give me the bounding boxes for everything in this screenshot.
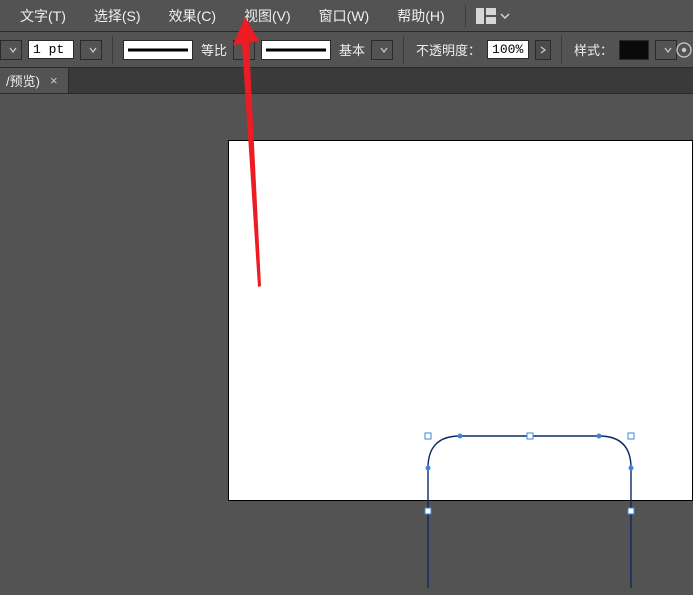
stroke-weight-dropdown[interactable] bbox=[80, 40, 102, 60]
stroke-dash-dropdown[interactable] bbox=[233, 40, 255, 60]
chevron-right-icon bbox=[539, 46, 547, 54]
menu-divider bbox=[465, 5, 466, 27]
opacity-dropdown[interactable] bbox=[535, 40, 551, 60]
workspace-icon bbox=[476, 8, 496, 24]
tab-title: /预览) bbox=[6, 71, 40, 90]
stroke-profile-dropdown[interactable] bbox=[371, 40, 393, 60]
stroke-weight-input[interactable]: 1 pt bbox=[28, 40, 74, 59]
menu-select[interactable]: 选择(S) bbox=[80, 2, 155, 30]
document-tab[interactable]: /预览) × bbox=[0, 68, 69, 93]
menu-text[interactable]: 文字(T) bbox=[6, 2, 80, 30]
options-divider bbox=[561, 36, 562, 64]
style-dropdown[interactable] bbox=[655, 40, 677, 60]
chevron-down-icon bbox=[500, 11, 510, 21]
chevron-down-icon bbox=[660, 43, 672, 57]
chevron-down-icon bbox=[238, 43, 250, 57]
chevron-down-icon bbox=[5, 43, 17, 57]
stroke-dash-swatch[interactable] bbox=[123, 40, 193, 60]
menu-help[interactable]: 帮助(H) bbox=[383, 2, 458, 30]
options-bar: 1 pt 等比 基本 不透明度： 100% 样式： bbox=[0, 32, 693, 68]
recolor-artwork-icon[interactable] bbox=[675, 40, 693, 60]
style-swatch[interactable] bbox=[619, 40, 649, 60]
chevron-down-icon bbox=[376, 43, 388, 57]
opacity-input[interactable]: 100% bbox=[487, 40, 529, 59]
stroke-dash-label: 等比 bbox=[201, 40, 227, 59]
style-label: 样式： bbox=[574, 40, 613, 59]
opacity-label: 不透明度： bbox=[416, 40, 481, 59]
selected-shape[interactable] bbox=[420, 428, 646, 595]
rounded-rect-path bbox=[428, 436, 631, 588]
stroke-profile-label: 基本 bbox=[339, 40, 365, 59]
options-divider bbox=[403, 36, 404, 64]
chevron-down-icon bbox=[85, 43, 97, 57]
tab-bar: /预览) × bbox=[0, 68, 693, 94]
tab-close-button[interactable]: × bbox=[50, 73, 58, 88]
menu-view[interactable]: 视图(V) bbox=[230, 2, 305, 30]
menu-bar: 文字(T) 选择(S) 效果(C) 视图(V) 窗口(W) 帮助(H) bbox=[0, 0, 693, 32]
stroke-profile-swatch[interactable] bbox=[261, 40, 331, 60]
selection-handles bbox=[425, 433, 634, 514]
leading-dropdown[interactable] bbox=[0, 40, 22, 60]
menu-effect[interactable]: 效果(C) bbox=[155, 2, 230, 30]
options-divider bbox=[112, 36, 113, 64]
canvas-area[interactable] bbox=[0, 94, 693, 501]
workspace-switcher[interactable] bbox=[472, 8, 514, 24]
menu-window[interactable]: 窗口(W) bbox=[305, 2, 384, 30]
